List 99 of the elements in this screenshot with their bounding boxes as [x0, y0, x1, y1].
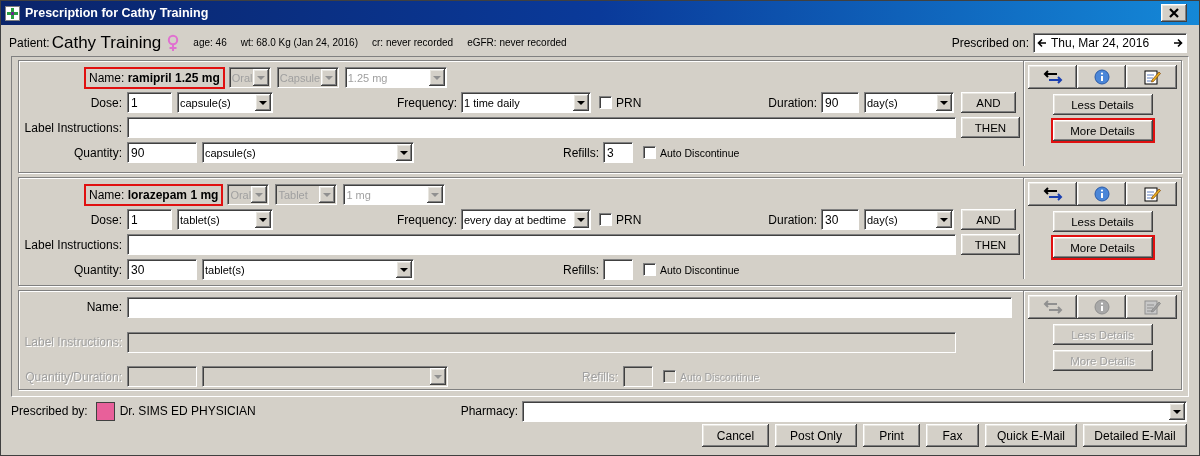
swap-button[interactable]: [1028, 295, 1077, 319]
swap-arrows-icon: [1042, 69, 1063, 85]
action-button[interactable]: Quick E-Mail: [985, 424, 1077, 447]
swap-arrows-icon: [1042, 186, 1063, 202]
action-button[interactable]: Post Only: [775, 424, 857, 447]
dropdown[interactable]: capsule(s): [202, 142, 414, 163]
right-arrow-icon: [1173, 37, 1183, 48]
patient-age: age: 46: [193, 37, 227, 48]
checkbox[interactable]: [599, 96, 612, 109]
input-field[interactable]: 90: [821, 92, 859, 113]
dropdown[interactable]: tablet(s): [202, 259, 414, 280]
prescriber-swatch: [95, 401, 115, 421]
input-field[interactable]: [127, 234, 956, 255]
dropdown[interactable]: 1 time daily: [461, 92, 591, 113]
info-icon: [1093, 186, 1110, 202]
and-button[interactable]: AND: [961, 209, 1016, 230]
dropdown[interactable]: [202, 366, 448, 388]
field-label: Label Instructions:: [23, 237, 122, 252]
patient-egfr: eGFR: never recorded: [467, 37, 567, 48]
then-button[interactable]: THEN: [961, 117, 1020, 138]
field-label: Refills:: [562, 262, 599, 277]
dropdown[interactable]: day(s): [864, 209, 954, 230]
action-button[interactable]: Detailed E-Mail: [1083, 424, 1187, 447]
field-label: Patient:: [9, 35, 50, 50]
input-field[interactable]: [623, 366, 653, 388]
checkbox[interactable]: [599, 213, 612, 226]
dropdown[interactable]: capsule(s): [177, 92, 273, 113]
action-button[interactable]: Print: [863, 424, 920, 447]
input-field[interactable]: 90: [127, 142, 197, 163]
notepad-pencil-icon: [1142, 185, 1161, 203]
input-field[interactable]: 30: [821, 209, 859, 230]
then-button[interactable]: THEN: [961, 234, 1020, 255]
input-field[interactable]: 1: [127, 209, 172, 230]
less-details-button[interactable]: Less Details: [1052, 211, 1153, 232]
less-details-button[interactable]: Less Details: [1052, 94, 1153, 115]
and-button[interactable]: AND: [961, 92, 1016, 113]
swap-arrows-icon: [1042, 299, 1063, 315]
dropdown[interactable]: day(s): [864, 92, 954, 113]
field-label: Prescribed by:: [11, 404, 88, 418]
checkbox-label: Auto Discontinue: [660, 146, 740, 159]
field-label: Refills:: [562, 145, 599, 160]
more-details-button[interactable]: More Details: [1052, 120, 1153, 141]
more-details-button[interactable]: More Details: [1052, 237, 1153, 258]
input-field[interactable]: [127, 296, 1012, 318]
field-label: Name:: [85, 300, 122, 315]
close-button[interactable]: [1161, 4, 1187, 22]
input-field[interactable]: [603, 259, 633, 280]
info-icon: [1093, 299, 1110, 315]
female-icon: [167, 33, 180, 52]
field-label: Pharmacy:: [460, 404, 518, 418]
date-field[interactable]: Thu, Mar 24, 2016: [1033, 32, 1187, 53]
left-arrow-icon: [1037, 37, 1047, 48]
action-button[interactable]: Cancel: [702, 424, 769, 447]
field-label: Quantity:: [72, 262, 122, 277]
input-field[interactable]: [127, 117, 956, 138]
checkbox-label: PRN: [616, 95, 639, 110]
field-label: Dose:: [89, 95, 122, 110]
input-field[interactable]: 3: [603, 142, 633, 163]
notepad-pencil-icon: [1142, 68, 1161, 86]
field-label: Duration:: [767, 95, 817, 110]
info-button[interactable]: [1077, 295, 1126, 319]
prescriber-name: Dr. SIMS ED PHYSICIAN: [119, 404, 256, 418]
window-title: Prescription for Cathy Training: [25, 6, 210, 20]
field-label: Quantity:: [72, 145, 122, 160]
dropdown[interactable]: every day at bedtime: [461, 209, 591, 230]
checkbox[interactable]: [643, 263, 656, 276]
input-field[interactable]: [127, 331, 956, 353]
input-field[interactable]: [127, 366, 197, 388]
info-icon: [1093, 69, 1110, 85]
dropdown[interactable]: tablet(s): [177, 209, 273, 230]
field-label: Duration:: [767, 212, 817, 227]
edit-button[interactable]: [1126, 182, 1177, 206]
edit-button[interactable]: [1126, 65, 1177, 89]
input-field[interactable]: 1: [127, 92, 172, 113]
dropdown[interactable]: [522, 400, 1187, 422]
field-label: Frequency:: [395, 95, 457, 110]
field-label: Prescribed on:: [951, 35, 1029, 50]
input-field[interactable]: 30: [127, 259, 197, 280]
patient-cr: cr: never recorded: [372, 37, 454, 48]
swap-button[interactable]: [1028, 182, 1077, 206]
checkbox[interactable]: [663, 370, 676, 384]
checkbox-label: PRN: [616, 212, 639, 227]
field-label: Frequency:: [395, 212, 457, 227]
action-button[interactable]: Fax: [926, 424, 979, 447]
field-label: Dose:: [89, 212, 122, 227]
info-button[interactable]: [1077, 65, 1126, 89]
swap-button[interactable]: [1028, 65, 1077, 89]
close-icon: [1168, 8, 1180, 18]
notepad-pencil-icon: [1142, 298, 1161, 316]
edit-button[interactable]: [1126, 295, 1177, 319]
info-button[interactable]: [1077, 182, 1126, 206]
checkbox[interactable]: [643, 146, 656, 159]
checkbox-label: Auto Discontinue: [660, 263, 740, 276]
field-label: Label Instructions:: [23, 120, 122, 135]
patient-weight: wt: 68.0 Kg (Jan 24, 2016): [240, 37, 358, 48]
app-logo-icon: [5, 5, 20, 21]
patient-name: Cathy Training: [51, 32, 162, 53]
drug-name: Name: lorazepam 1 mg: [84, 183, 224, 206]
drug-name: Name: ramipril 1.25 mg: [84, 66, 225, 89]
